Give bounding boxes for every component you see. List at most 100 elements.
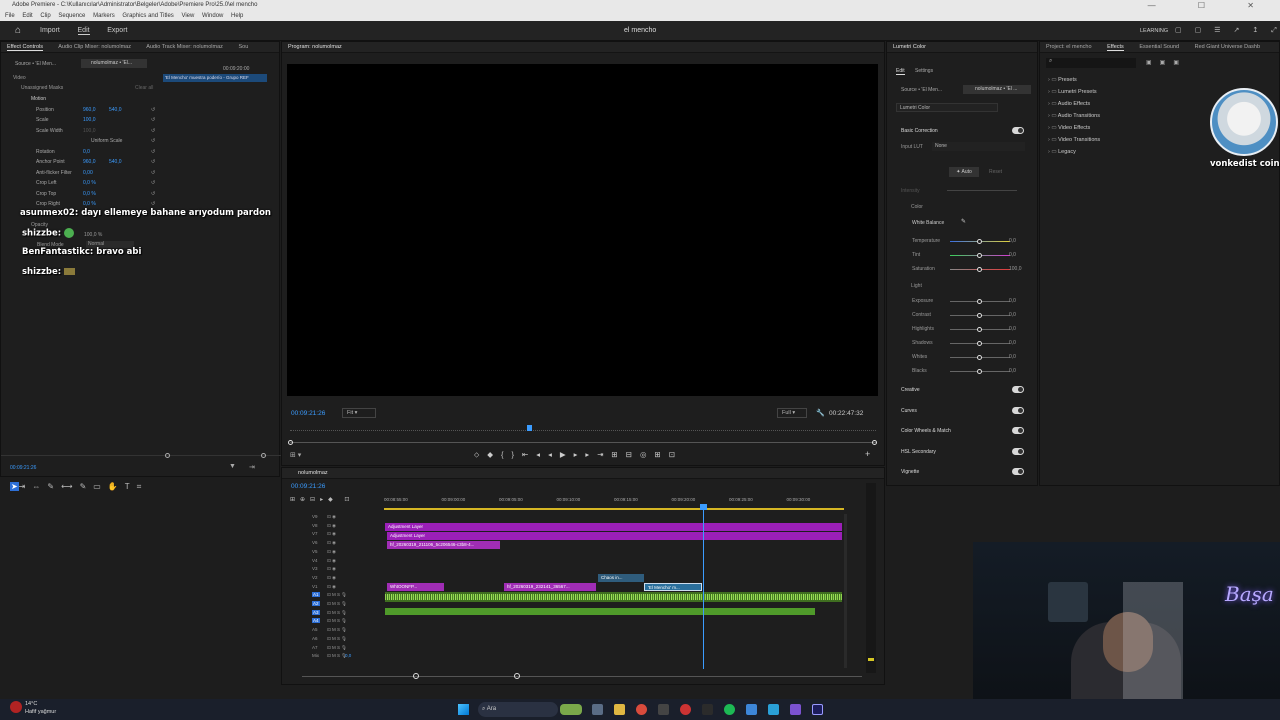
motion-property-row[interactable]: Position 960,0 540,0 ↺ <box>21 107 161 117</box>
slider-knob[interactable] <box>977 369 982 374</box>
nav-export[interactable]: Export <box>107 27 127 34</box>
weather-temp[interactable]: 14°C <box>25 701 37 707</box>
effects-folder[interactable]: › ▭ Presets <box>1048 75 1077 86</box>
track-controls-icon[interactable]: ⊡ ◉ <box>327 558 336 564</box>
section-toggle[interactable] <box>1012 427 1024 434</box>
property-value-2[interactable]: 540,0 <box>109 159 122 165</box>
file-explorer-icon[interactable] <box>614 704 625 715</box>
motion-property-row[interactable]: Scale Width 100,0 ↺ <box>21 128 161 138</box>
track-header[interactable]: V7 ⊡ ◉ <box>282 531 382 539</box>
reset-icon[interactable]: ↺ <box>151 117 155 123</box>
video-clip-v6[interactable]: hf_20260319_211106_5c206546-c3b8-4... <box>387 541 500 549</box>
chrome-icon[interactable] <box>636 704 647 715</box>
section-toggle[interactable] <box>1012 406 1024 414</box>
lumetri-section-header[interactable]: Color Wheels & Match <box>901 428 951 434</box>
adjustment-layer-clip[interactable]: Adjustment Layer <box>387 532 842 540</box>
filter-icon[interactable]: ▼ <box>229 463 236 470</box>
adjustment-layer-clip[interactable]: Adjustment Layer <box>385 523 842 531</box>
menu-clip[interactable]: Clip <box>40 13 50 19</box>
property-value-2[interactable]: 540,0 <box>109 107 122 113</box>
motion-property-row[interactable]: Scale 100,0 ↺ <box>21 117 161 127</box>
menu-window[interactable]: Window <box>202 13 223 19</box>
track-controls-icon[interactable]: ⊡ M S 🎙 <box>327 610 347 616</box>
track-controls-icon[interactable]: ⊡ ◉ <box>327 566 336 572</box>
track-controls-icon[interactable]: ⊡ ◉ <box>327 523 336 529</box>
learning-tab[interactable]: LEARNING <box>1140 28 1168 34</box>
telegram-icon[interactable] <box>768 704 779 715</box>
work-area-bar[interactable] <box>384 508 844 510</box>
motion-property-row[interactable]: Uniform Scale ↺ <box>21 138 161 148</box>
track-controls-icon[interactable]: ⊡ M S 🎙 <box>327 618 347 624</box>
track-header[interactable]: A7 ⊡ M S 🎙 <box>282 645 382 653</box>
section-toggle[interactable] <box>1012 386 1024 393</box>
track-header[interactable]: V4 ⊡ ◉ <box>282 558 382 566</box>
slider-knob[interactable] <box>977 355 982 360</box>
weather-desc[interactable]: Hafif yağmur <box>25 709 56 715</box>
reset-icon[interactable]: ↺ <box>151 170 155 176</box>
reset-icon[interactable]: ↺ <box>151 180 155 186</box>
tab-lumetri[interactable]: Lumetri Color <box>893 44 926 50</box>
slider-value[interactable]: 0,0 <box>1009 312 1016 318</box>
menu-markers[interactable]: Markers <box>93 13 115 19</box>
light-section[interactable]: Light <box>911 283 922 289</box>
fit-dropdown[interactable]: Fit ▾ <box>342 408 376 418</box>
timeline-timecode[interactable]: 00:09:21:26 <box>291 483 325 490</box>
spotify-icon[interactable] <box>724 704 735 715</box>
section-toggle[interactable] <box>1012 468 1024 475</box>
tab-audio-track-mixer[interactable]: Audio Track Mixer: nolumolmaz <box>146 44 223 50</box>
slider-knob[interactable] <box>977 341 982 346</box>
motion-property-row[interactable]: Crop Top 0,0 % ↺ <box>21 191 161 201</box>
audio-clip-a2[interactable] <box>385 608 815 615</box>
weather-icon[interactable] <box>10 701 22 713</box>
effects-folder[interactable]: › ▭ Video Transitions <box>1048 135 1100 146</box>
track-header[interactable]: A1 ⊡ M S 🎙 <box>282 592 382 600</box>
track-controls-icon[interactable]: ⊡ ◉ <box>327 540 336 546</box>
slider-knob[interactable] <box>977 299 982 304</box>
slider-knob[interactable] <box>977 239 982 244</box>
sequence-clip-tab[interactable]: nolumolmaz • 'El... <box>81 59 147 68</box>
track-controls-icon[interactable]: ⊡ M S 🎙 <box>327 592 347 598</box>
timeline-playhead[interactable] <box>703 504 704 669</box>
program-ruler[interactable] <box>290 430 876 431</box>
effects-folder[interactable]: › ▭ Audio Effects <box>1048 99 1090 110</box>
reset-icon[interactable]: ↺ <box>151 128 155 134</box>
reset-icon[interactable]: ↺ <box>151 191 155 197</box>
menu-file[interactable]: File <box>5 13 15 19</box>
slider-knob[interactable] <box>977 327 982 332</box>
tab-project[interactable]: Project: el mencho <box>1046 44 1092 50</box>
window-controls[interactable]: — ☐ ✕ <box>1148 0 1274 11</box>
track-header[interactable]: A2 ⊡ M S 🎙 <box>282 601 382 609</box>
reset-icon[interactable]: ↺ <box>151 159 155 165</box>
lumetri-source[interactable]: Source • 'El Men... <box>901 87 942 93</box>
tab-source[interactable]: Sou <box>238 44 248 50</box>
timeline-hscroll[interactable] <box>302 676 862 677</box>
discord-icon[interactable] <box>790 704 801 715</box>
ec-clip-bar[interactable]: 'El Mencho' muestra poderío - Grupo REF <box>163 74 267 82</box>
property-value[interactable]: 100,0 <box>83 128 96 134</box>
add-button-icon[interactable]: + <box>865 449 870 459</box>
lumetri-effect-select[interactable]: Lumetri Color <box>896 103 998 112</box>
tab-effects[interactable]: Effects <box>1107 44 1124 51</box>
program-zoom-left[interactable] <box>288 440 293 445</box>
intensity-slider[interactable] <box>947 190 1017 191</box>
menu-graphics[interactable]: Graphics and Titles <box>122 13 173 19</box>
tools-bar[interactable]: ➤⇥⇔✎⟷✎▭✋T⌗ <box>10 482 190 494</box>
hscroll-handle-right[interactable] <box>514 673 520 679</box>
eyedropper-icon[interactable]: ✎ <box>961 218 966 225</box>
slider-value[interactable]: 0,0 <box>1009 340 1016 346</box>
lumetri-section-header[interactable]: HSL Secondary <box>901 449 936 455</box>
premiere-icon[interactable] <box>812 704 823 715</box>
audio-clip-a1[interactable] <box>385 592 842 602</box>
playhead-handle[interactable] <box>700 504 707 510</box>
property-value[interactable]: 0,0 <box>83 149 90 155</box>
slider-value[interactable]: 0,0 <box>1009 326 1016 332</box>
input-lut-select[interactable]: None <box>932 142 1025 151</box>
video-clip-v2[interactable]: Chaos in... <box>598 574 644 582</box>
property-value[interactable]: 0,0 % <box>83 180 96 186</box>
section-toggle[interactable] <box>1012 447 1024 455</box>
motion-property-row[interactable]: Anchor Point 960,0 540,0 ↺ <box>21 159 161 169</box>
lumetri-edit-tab[interactable]: Edit <box>896 68 905 75</box>
track-header[interactable]: A4 ⊡ M S 🎙 <box>282 618 382 626</box>
track-header[interactable]: V9 ⊡ ◉ <box>282 514 382 522</box>
track-header[interactable]: A5 ⊡ M S 🎙 <box>282 627 382 635</box>
